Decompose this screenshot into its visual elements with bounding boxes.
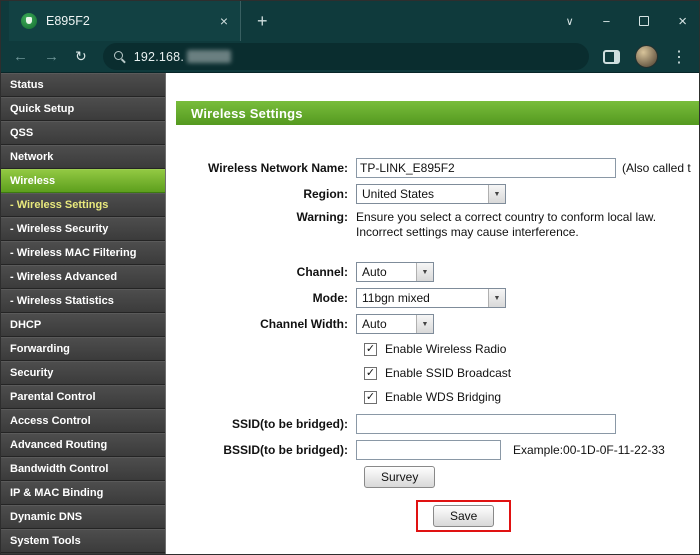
sidebar-item-forwarding[interactable]: Forwarding	[1, 337, 165, 361]
region-selected-value: United States	[357, 185, 488, 203]
sidebar-item-system-tools[interactable]: System Tools	[1, 529, 165, 553]
ssid-bridge-input[interactable]	[356, 414, 616, 434]
enable-ssid-broadcast-label: Enable SSID Broadcast	[385, 366, 511, 380]
sidebar-item-qss[interactable]: QSS	[1, 121, 165, 145]
enable-wireless-radio-checkbox[interactable]: ✓	[364, 343, 377, 356]
minimize-button[interactable]: −	[603, 14, 611, 29]
search-icon	[114, 51, 126, 63]
close-button[interactable]: ×	[678, 13, 687, 30]
side-panel-icon[interactable]	[603, 50, 620, 64]
dropdown-arrow-icon: ▼	[488, 289, 505, 307]
page-title: Wireless Settings	[176, 101, 699, 125]
survey-button[interactable]: Survey	[364, 466, 435, 488]
annotation-highlight-box: Save	[416, 500, 511, 532]
channel-selected-value: Auto	[357, 263, 416, 281]
region-row: Region: United States ▼	[166, 184, 699, 204]
refresh-icon[interactable]: ↻	[75, 48, 87, 65]
sidebar-item-quick-setup[interactable]: Quick Setup	[1, 97, 165, 121]
sidebar-item-access-control[interactable]: Access Control	[1, 409, 165, 433]
wireless-settings-form: Wireless Network Name: (Also called t Re…	[166, 125, 699, 532]
bssid-bridge-input[interactable]	[356, 440, 501, 460]
address-bar[interactable]: 192.168.	[103, 43, 589, 70]
sidebar-item-advanced-routing[interactable]: Advanced Routing	[1, 433, 165, 457]
sidebar-item-bandwidth-control[interactable]: Bandwidth Control	[1, 457, 165, 481]
network-name-label: Wireless Network Name:	[166, 161, 356, 175]
warning-row: Warning: Ensure you select a correct cou…	[166, 210, 699, 240]
mode-selected-value: 11bgn mixed	[357, 289, 488, 307]
enable-wireless-radio-label: Enable Wireless Radio	[385, 342, 506, 356]
sidebar-item-dhcp[interactable]: DHCP	[1, 313, 165, 337]
back-icon[interactable]: ←	[13, 48, 28, 65]
sidebar-item-dynamic-dns[interactable]: Dynamic DNS	[1, 505, 165, 529]
bssid-example-text: Example:00-1D-0F-11-22-33	[513, 443, 665, 457]
profile-avatar[interactable]	[635, 45, 658, 68]
sidebar-item-wireless-settings[interactable]: - Wireless Settings	[1, 193, 165, 217]
new-tab-button[interactable]: +	[257, 11, 268, 32]
network-name-row: Wireless Network Name: (Also called t	[166, 158, 699, 178]
url-text: 192.168.	[134, 50, 184, 64]
sidebar-item-security[interactable]: Security	[1, 361, 165, 385]
enable-wds-bridging-label: Enable WDS Bridging	[385, 390, 501, 404]
enable-wds-bridging-row: ✓ Enable WDS Bridging	[364, 390, 699, 404]
dropdown-arrow-icon: ▼	[488, 185, 505, 203]
network-name-note: (Also called t	[622, 161, 691, 175]
enable-wds-bridging-checkbox[interactable]: ✓	[364, 391, 377, 404]
warning-label: Warning:	[166, 210, 356, 224]
channel-label: Channel:	[166, 265, 356, 279]
channel-width-selected-value: Auto	[357, 315, 416, 333]
mode-row: Mode: 11bgn mixed ▼	[166, 288, 699, 308]
region-label: Region:	[166, 187, 356, 201]
warning-line-2: Incorrect settings may cause interferenc…	[356, 225, 579, 239]
survey-row: Survey	[364, 466, 699, 488]
sidebar-item-network[interactable]: Network	[1, 145, 165, 169]
save-button[interactable]: Save	[433, 505, 494, 527]
channel-width-label: Channel Width:	[166, 317, 356, 331]
sidebar-item-wireless[interactable]: Wireless	[1, 169, 165, 193]
channel-row: Channel: Auto ▼	[166, 262, 699, 282]
tab-title: E895F2	[46, 14, 216, 28]
warning-text: Ensure you select a correct country to c…	[356, 210, 656, 240]
browser-menu-icon[interactable]: ⋮	[671, 47, 687, 67]
page-title-text: Wireless Settings	[191, 106, 303, 121]
save-row: Save	[166, 500, 699, 532]
sidebar-item-wireless-security[interactable]: - Wireless Security	[1, 217, 165, 241]
browser-tab-bar: E895F2 × + ∨ − ×	[1, 1, 699, 41]
enable-wireless-radio-row: ✓ Enable Wireless Radio	[364, 342, 699, 356]
sidebar-item-wireless-advanced[interactable]: - Wireless Advanced	[1, 265, 165, 289]
dropdown-arrow-icon: ▼	[416, 315, 433, 333]
router-admin-page: Status Quick Setup QSS Network Wireless …	[1, 73, 699, 554]
ssid-bridge-label: SSID(to be bridged):	[166, 417, 356, 431]
browser-toolbar: ← → ↻ 192.168. ⋮	[1, 41, 699, 73]
tab-close-icon[interactable]: ×	[216, 13, 232, 29]
sidebar-menu: Status Quick Setup QSS Network Wireless …	[1, 73, 166, 554]
mode-select[interactable]: 11bgn mixed ▼	[356, 288, 506, 308]
enable-ssid-broadcast-checkbox[interactable]: ✓	[364, 367, 377, 380]
main-content: Wireless Settings Wireless Network Name:…	[166, 73, 699, 554]
url-redacted-blur	[187, 50, 231, 63]
browser-tab[interactable]: E895F2 ×	[9, 1, 241, 41]
network-name-input[interactable]	[356, 158, 616, 178]
window-controls: ∨ − ×	[566, 13, 687, 30]
dropdown-arrow-icon: ▼	[416, 263, 433, 281]
sidebar-item-wireless-statistics[interactable]: - Wireless Statistics	[1, 289, 165, 313]
maximize-button[interactable]	[639, 16, 649, 26]
tab-favicon-icon	[21, 13, 37, 29]
sidebar-item-status[interactable]: Status	[1, 73, 165, 97]
tab-search-chevron-icon[interactable]: ∨	[566, 15, 574, 28]
sidebar-item-parental-control[interactable]: Parental Control	[1, 385, 165, 409]
mode-label: Mode:	[166, 291, 356, 305]
sidebar-item-ip-mac-binding[interactable]: IP & MAC Binding	[1, 481, 165, 505]
channel-width-row: Channel Width: Auto ▼	[166, 314, 699, 334]
region-select[interactable]: United States ▼	[356, 184, 506, 204]
bssid-bridge-row: BSSID(to be bridged): Example:00-1D-0F-1…	[166, 440, 699, 460]
enable-ssid-broadcast-row: ✓ Enable SSID Broadcast	[364, 366, 699, 380]
channel-width-select[interactable]: Auto ▼	[356, 314, 434, 334]
ssid-bridge-row: SSID(to be bridged):	[166, 414, 699, 434]
channel-select[interactable]: Auto ▼	[356, 262, 434, 282]
sidebar-item-wireless-mac-filtering[interactable]: - Wireless MAC Filtering	[1, 241, 165, 265]
warning-line-1: Ensure you select a correct country to c…	[356, 210, 656, 224]
forward-icon[interactable]: →	[44, 48, 59, 65]
bssid-bridge-label: BSSID(to be bridged):	[166, 443, 356, 457]
